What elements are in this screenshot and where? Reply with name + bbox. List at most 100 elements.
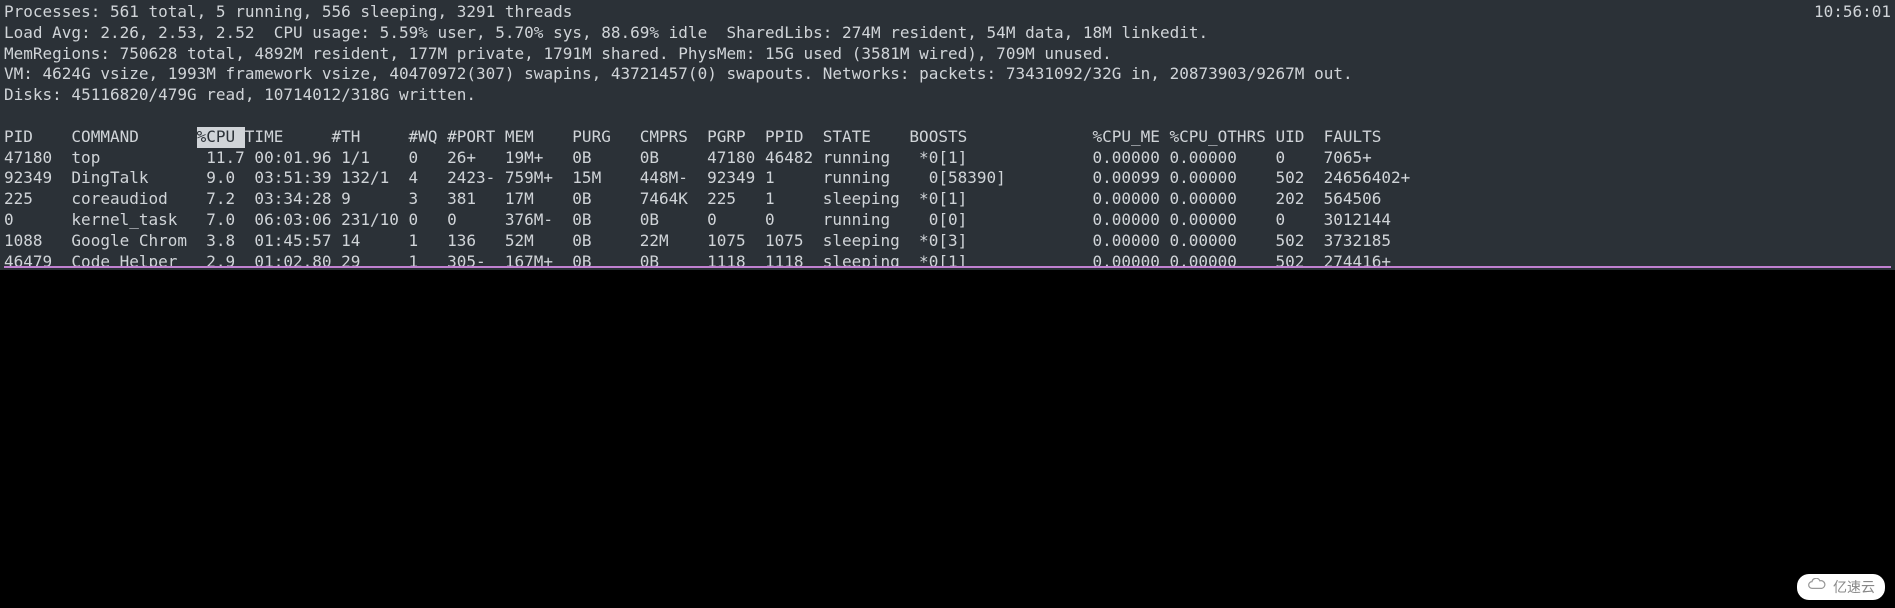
cell-ppid: 46482 (765, 148, 823, 169)
cell-uid: 0 (1275, 210, 1323, 231)
cell-faults: 7065+ (1324, 148, 1420, 169)
col-pgrp: PGRP (707, 127, 765, 148)
cell-wq: 4 (409, 168, 448, 189)
cell-th: 132/1 (331, 168, 408, 189)
table-row: 225coreaudiod 7.2 03:34:28 9338117M0B746… (4, 189, 1891, 210)
cell-wq: 0 (409, 210, 448, 231)
cell-purg: 0B (572, 210, 639, 231)
cell-cmprs: 448M- (640, 168, 707, 189)
col-pid: PID (4, 127, 71, 148)
processes-summary: Processes: 561 total, 5 running, 556 sle… (4, 2, 572, 23)
cell-cpuothrs: 0.00000 (1170, 252, 1276, 266)
cell-cmprs: 0B (640, 148, 707, 169)
cell-th: 9 (331, 189, 408, 210)
cell-command: kernel_task (71, 210, 196, 231)
cell-cmprs: 7464K (640, 189, 707, 210)
cell-pid: 0 (4, 210, 71, 231)
col-uid: UID (1275, 127, 1323, 148)
cell-th: 1/1 (331, 148, 408, 169)
cell-cpu: 11.7 (197, 148, 245, 169)
cell-port: 2423- (447, 168, 505, 189)
cell-uid: 0 (1275, 148, 1323, 169)
cell-pid: 47180 (4, 148, 71, 169)
cell-ppid: 1 (765, 168, 823, 189)
watermark-text: 亿速云 (1833, 578, 1875, 596)
cell-th: 231/10 (331, 210, 408, 231)
blank-line (4, 106, 1891, 127)
summary-memregions: MemRegions: 750628 total, 4892M resident… (4, 44, 1891, 65)
process-table-body: 47180top 11.7 00:01.96 1/1026+19M+0B0B47… (4, 148, 1891, 268)
table-row: 47180top 11.7 00:01.96 1/1026+19M+0B0B47… (4, 148, 1891, 169)
summary-processes-line: Processes: 561 total, 5 running, 556 sle… (4, 2, 1891, 23)
col-state: STATE (823, 127, 910, 148)
cell-state: sleeping (823, 252, 910, 266)
cell-command: Code Helper (71, 252, 196, 266)
table-row: 0kernel_task 7.0 06:03:06 231/1000376M-0… (4, 210, 1891, 231)
cell-state: sleeping (823, 231, 910, 252)
table-row: 92349DingTalk 9.0 03:51:39 132/142423-75… (4, 168, 1891, 189)
col-command: COMMAND (71, 127, 196, 148)
cell-port: 0 (447, 210, 505, 231)
summary-disks: Disks: 45116820/479G read, 10714012/318G… (4, 85, 1891, 106)
cell-port: 305- (447, 252, 505, 266)
cell-pid: 92349 (4, 168, 71, 189)
summary-vm-net: VM: 4624G vsize, 1993M framework vsize, … (4, 64, 1891, 85)
cell-pgrp: 0 (707, 210, 765, 231)
cell-cpu: 7.2 (197, 189, 245, 210)
summary-load-cpu: Load Avg: 2.26, 2.53, 2.52 CPU usage: 5.… (4, 23, 1891, 44)
cell-ppid: 0 (765, 210, 823, 231)
cell-ppid: 1118 (765, 252, 823, 266)
col-wq: #WQ (409, 127, 448, 148)
col-port: #PORT (447, 127, 505, 148)
col-ppid: PPID (765, 127, 823, 148)
cell-wq: 1 (409, 231, 448, 252)
cell-cpuothrs: 0.00000 (1170, 231, 1276, 252)
cell-cpuothrs: 0.00000 (1170, 189, 1276, 210)
cell-uid: 502 (1275, 168, 1323, 189)
cell-faults: 564506 (1324, 189, 1420, 210)
cell-pgrp: 1118 (707, 252, 765, 266)
cell-command: Google Chrom (71, 231, 196, 252)
table-row: 46479Code Helper 2.9 01:02.80 291305-167… (4, 252, 1891, 268)
cell-mem: 17M (505, 189, 572, 210)
cell-mem: 19M+ (505, 148, 572, 169)
cell-wq: 3 (409, 189, 448, 210)
cell-faults: 24656402+ (1324, 168, 1420, 189)
cell-boosts: *0[3] (909, 231, 1092, 252)
cell-wq: 0 (409, 148, 448, 169)
cell-purg: 0B (572, 252, 639, 266)
cell-cpu: 9.0 (197, 168, 245, 189)
col-time: TIME (245, 127, 332, 148)
cell-time: 00:01.96 (245, 148, 332, 169)
cell-mem: 52M (505, 231, 572, 252)
cell-cpu: 7.0 (197, 210, 245, 231)
cell-command: top (71, 148, 196, 169)
cell-boosts: *0[1] (909, 148, 1092, 169)
cell-state: running (823, 168, 910, 189)
cell-command: coreaudiod (71, 189, 196, 210)
table-row: 1088Google Chrom 3.8 01:45:57 14113652M0… (4, 231, 1891, 252)
cell-pid: 1088 (4, 231, 71, 252)
cell-boosts: *0[1] (909, 252, 1092, 266)
cell-faults: 274416+ (1324, 252, 1420, 266)
cell-cpume: 0.00000 (1092, 252, 1169, 266)
cell-ppid: 1075 (765, 231, 823, 252)
cell-uid: 502 (1275, 252, 1323, 266)
cell-cpu: 3.8 (197, 231, 245, 252)
cell-pgrp: 225 (707, 189, 765, 210)
cell-port: 26+ (447, 148, 505, 169)
cell-pgrp: 47180 (707, 148, 765, 169)
cell-purg: 0B (572, 231, 639, 252)
col-purg: PURG (572, 127, 639, 148)
cell-cmprs: 22M (640, 231, 707, 252)
cell-cmprs: 0B (640, 252, 707, 266)
cell-cpu: 2.9 (197, 252, 245, 266)
cell-faults: 3732185 (1324, 231, 1420, 252)
cell-purg: 15M (572, 168, 639, 189)
cell-cpuothrs: 0.00000 (1170, 148, 1276, 169)
clock-time: 10:56:01 (1814, 2, 1891, 23)
cell-time: 01:45:57 (245, 231, 332, 252)
cell-cpuothrs: 0.00000 (1170, 168, 1276, 189)
col-boosts: BOOSTS (909, 127, 1092, 148)
cell-boosts: 0[58390] (909, 168, 1092, 189)
